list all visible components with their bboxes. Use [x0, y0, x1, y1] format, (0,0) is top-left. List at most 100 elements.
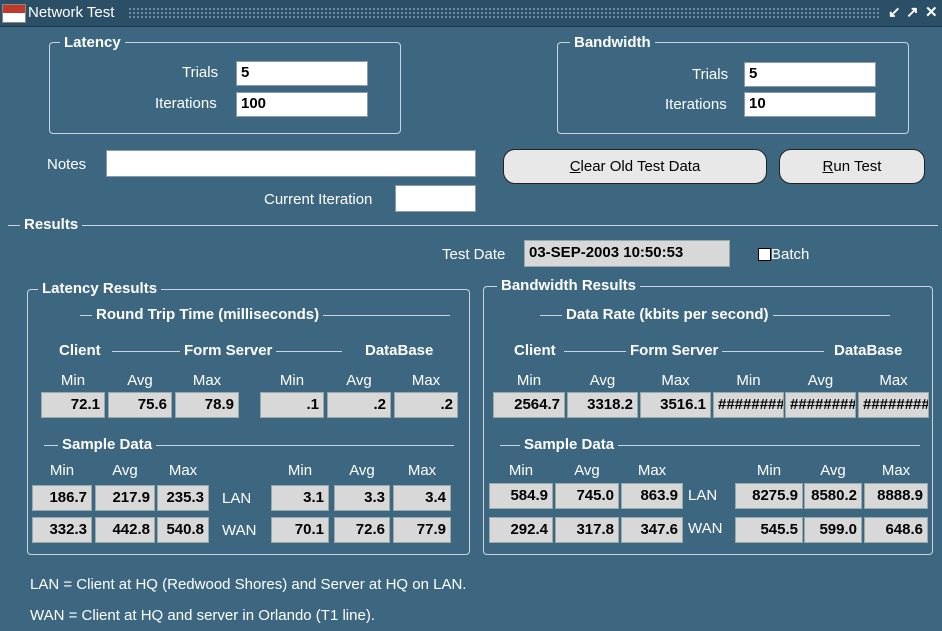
title-bar-pattern: [128, 7, 880, 19]
lat-sample-col-header: Avg: [112, 462, 138, 479]
latency-trials-input[interactable]: 5: [236, 61, 368, 86]
run-test-button[interactable]: Run Test: [779, 149, 925, 184]
bw-value-box: 2564.7: [493, 392, 565, 418]
bw-sample-col-header: Max: [637, 462, 667, 479]
test-date-field: 03-SEP-2003 10:50:53: [524, 240, 730, 267]
lat-wan-value-box: 72.6: [334, 517, 390, 543]
lat-lan-value-box: 3.3: [334, 485, 390, 511]
latency-iterations-input[interactable]: 100: [236, 92, 368, 117]
bw-lan-value-box: 584.9: [489, 483, 553, 509]
bw-sample-col-header: Avg: [574, 462, 600, 479]
latency-iterations-label: Iterations: [155, 95, 217, 112]
lat-lan-value-box: 217.9: [95, 485, 155, 511]
bw-sample-col-header: Max: [881, 462, 911, 479]
lat-sample-col-header: Min: [49, 462, 75, 479]
clear-old-test-data-button[interactable]: Clear Old Test Data: [503, 149, 767, 184]
lat-lan-value-box: 3.4: [393, 485, 451, 511]
bw-wan-label: WAN: [688, 520, 723, 537]
lat-wan-value-box: 332.3: [32, 517, 92, 543]
bw-sample-col-header: Avg: [820, 462, 846, 479]
close-icon[interactable]: ✕: [925, 3, 938, 21]
lat-value-box: 78.9: [175, 392, 239, 418]
lat-lan-value-box: 235.3: [157, 485, 209, 511]
lat-wan-value-box: 540.8: [157, 517, 209, 543]
bw-wan-value-box: 347.6: [621, 517, 683, 543]
bandwidth-trials-label: Trials: [692, 66, 729, 83]
lat-database-header: DataBase: [361, 342, 438, 359]
test-date-label: Test Date: [442, 246, 506, 263]
bw-col-header: Min: [516, 372, 542, 389]
title-bar: Network Test ↙ ↗ ✕: [0, 0, 942, 27]
lat-wan-value-box: 442.8: [95, 517, 155, 543]
footnote-lan: LAN = Client at HQ (Redwood Shores) and …: [30, 576, 467, 593]
minimize-icon[interactable]: ↙: [888, 3, 901, 21]
lat-sample-col-header: Avg: [349, 462, 375, 479]
lat-form-server-header: Form Server: [180, 342, 277, 359]
lat-client-header: Client: [55, 342, 105, 359]
bw-wan-value-box: 317.8: [555, 517, 619, 543]
latency-results-group: [27, 289, 470, 555]
lat-sample-data-label: Sample Data: [58, 436, 157, 453]
batch-checkbox[interactable]: [758, 248, 771, 261]
bw-lan-value-box: 745.0: [555, 483, 619, 509]
bw-wan-value-box: 648.6: [864, 517, 928, 543]
lat-col-header: Avg: [346, 372, 372, 389]
bw-col-header: Avg: [807, 372, 834, 389]
bandwidth-iterations-input[interactable]: 10: [744, 92, 876, 117]
lat-col-header: Max: [192, 372, 222, 389]
lat-value-box: 72.1: [41, 392, 105, 418]
lat-col-header: Max: [411, 372, 441, 389]
datarate-header: Data Rate (kbits per second): [562, 306, 773, 323]
notes-input[interactable]: [106, 150, 476, 177]
bw-col-header: Max: [661, 372, 690, 389]
restore-icon[interactable]: ↗: [906, 3, 919, 21]
bandwidth-trials-input[interactable]: 5: [744, 62, 876, 87]
bw-sample-data-label: Sample Data: [520, 436, 619, 453]
bw-sample-col-header: Min: [756, 462, 782, 479]
bw-value-box: ########: [785, 392, 856, 418]
bandwidth-iterations-label: Iterations: [665, 96, 727, 113]
bw-lan-value-box: 8275.9: [735, 483, 803, 509]
bw-lan-value-box: 863.9: [621, 483, 683, 509]
current-iteration-field: [395, 185, 476, 212]
bw-value-box: 3318.2: [567, 392, 638, 418]
bandwidth-results-label: Bandwidth Results: [497, 277, 641, 294]
lat-sample-col-header: Min: [287, 462, 313, 479]
lat-wan-value-box: 77.9: [393, 517, 451, 543]
latency-group-label: Latency: [60, 34, 125, 51]
bw-wan-value-box: 599.0: [804, 517, 862, 543]
bandwidth-group: [557, 42, 909, 134]
oracle-app-icon: [2, 4, 26, 23]
bw-col-header: Min: [736, 372, 761, 389]
bw-value-box: ########: [713, 392, 784, 418]
bw-form-server-header: Form Server: [626, 342, 723, 359]
bw-lan-label: LAN: [688, 487, 718, 504]
lat-col-header: Avg: [127, 372, 153, 389]
bw-col-header: Avg: [589, 372, 616, 389]
bw-value-box: 3516.1: [640, 392, 711, 418]
lat-value-box: .2: [327, 392, 391, 418]
lat-col-header: Min: [279, 372, 305, 389]
bw-sample-col-header: Min: [508, 462, 534, 479]
bandwidth-group-label: Bandwidth: [570, 34, 655, 51]
lat-value-box: .1: [260, 392, 324, 418]
latency-group: [49, 42, 401, 134]
lat-value-box: 75.6: [108, 392, 172, 418]
rtt-header: Round Trip Time (milliseconds): [92, 306, 324, 323]
results-separator: [8, 225, 938, 226]
lat-sample-col-header: Max: [407, 462, 437, 479]
notes-label: Notes: [47, 156, 87, 173]
lat-lan-label: LAN: [222, 490, 252, 507]
lat-col-header: Min: [60, 372, 86, 389]
bw-client-header: Client: [510, 342, 560, 359]
footnote-wan: WAN = Client at HQ and server in Orlando…: [30, 607, 375, 624]
lat-wan-value-box: 70.1: [271, 517, 329, 543]
bw-lan-value-box: 8888.9: [864, 483, 928, 509]
current-iteration-label: Current Iteration: [264, 191, 373, 208]
lat-lan-value-box: 3.1: [271, 485, 329, 511]
bw-database-header: DataBase: [830, 342, 907, 359]
bw-wan-value-box: 545.5: [735, 517, 803, 543]
results-label: Results: [20, 216, 83, 233]
lat-sample-col-header: Max: [168, 462, 198, 479]
bw-lan-value-box: 8580.2: [804, 483, 862, 509]
